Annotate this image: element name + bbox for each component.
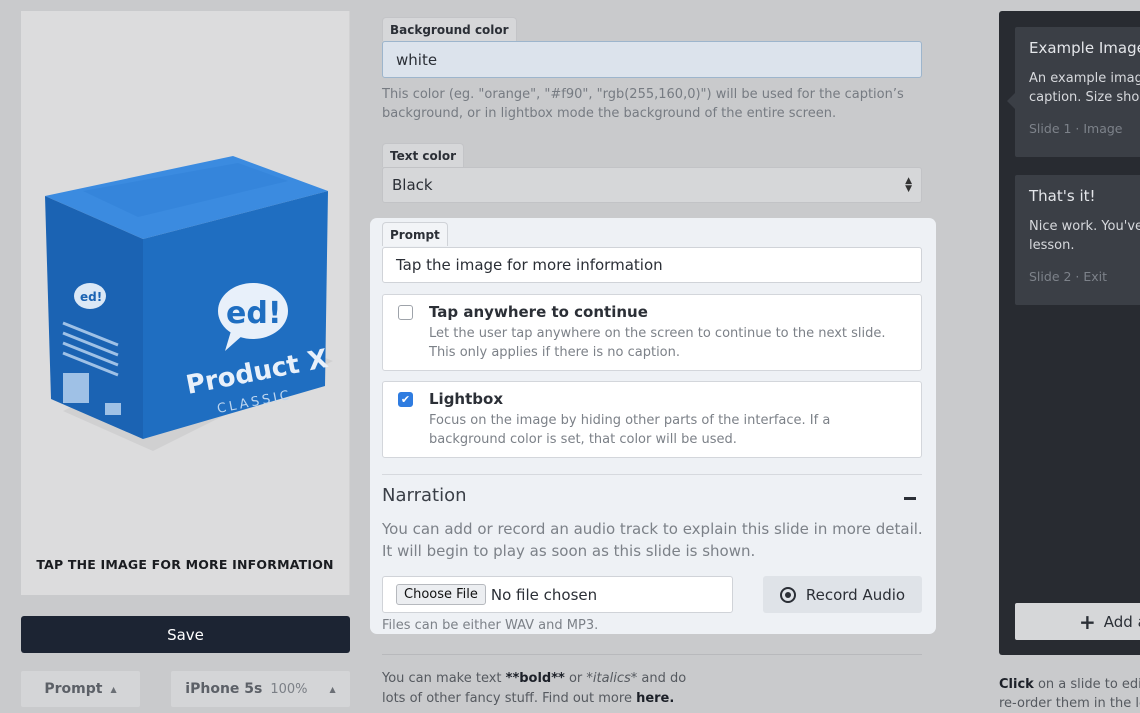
prompt-input[interactable]: Tap the image for more information [382, 247, 922, 283]
add-slide-label: Add a [1103, 612, 1140, 631]
prompt-label: Prompt [382, 222, 448, 246]
lightbox-checkbox[interactable]: ✔ [398, 392, 413, 407]
tap-anywhere-checkbox[interactable] [398, 305, 413, 320]
product-box-image[interactable]: ed! ed! Product X CLASSIC [43, 151, 333, 461]
tap-anywhere-description: Let the user tap anywhere on the screen … [429, 326, 886, 360]
text-color-label: Text color [382, 143, 465, 167]
collapse-minus-icon[interactable] [904, 497, 916, 500]
add-slide-button[interactable]: + Add a [1015, 603, 1140, 640]
caret-up-icon: ▲ [329, 684, 336, 694]
record-icon [779, 586, 796, 603]
text-color-select[interactable]: Black ▲ ▼ [382, 167, 922, 203]
preview-caption: TAP THE IMAGE FOR MORE INFORMATION [36, 557, 334, 572]
narration-description: You can add or record an audio track to … [382, 520, 923, 560]
prompt-toggle-label: Prompt [44, 681, 103, 697]
tap-anywhere-option[interactable]: Tap anywhere to continue Let the user ta… [382, 294, 922, 371]
audio-file-input[interactable]: Choose File No file chosen [382, 576, 733, 613]
caret-up-icon: ▲ [110, 684, 117, 694]
record-audio-button[interactable]: Record Audio [763, 576, 922, 613]
slide-description: caption. Size shou [1029, 90, 1140, 105]
slide-card-1[interactable]: Example Image An example image caption. … [1015, 27, 1140, 157]
slide-meta: Slide 2 · Exit [1029, 269, 1108, 284]
plus-icon: + [1079, 609, 1096, 634]
slide-card-2[interactable]: That's it! Nice work. You've lesson. Sli… [1015, 175, 1140, 305]
background-color-field: Background color white This color (eg. "… [382, 17, 927, 123]
slides-list: Example Image An example image caption. … [999, 11, 1140, 655]
slide-meta: Slide 1 · Image [1029, 121, 1123, 136]
prompt-panel: Prompt Tap the image for more informatio… [370, 218, 936, 634]
slide-description: An example image [1029, 71, 1140, 86]
slides-help-note: Click on a slide to edit. I re-order the… [999, 677, 1140, 711]
text-color-value: Black [392, 176, 433, 194]
select-arrows-icon: ▲ ▼ [905, 176, 912, 194]
text-color-field: Text color Black ▲ ▼ [382, 143, 922, 203]
device-label: iPhone 5s [185, 681, 263, 697]
zoom-label: 100% [270, 681, 308, 697]
background-color-input[interactable]: white [382, 41, 922, 78]
prompt-toggle-button[interactable]: Prompt ▲ [21, 671, 140, 707]
selected-slide-pointer [1007, 93, 1015, 109]
record-audio-label: Record Audio [805, 585, 906, 604]
slide-description: Nice work. You've [1029, 219, 1140, 234]
choose-file-button[interactable]: Choose File [396, 584, 486, 605]
svg-text:ed!: ed! [226, 296, 282, 331]
slide-title: Example Image [1029, 39, 1140, 57]
slide-preview: ed! ed! Product X CLASSIC TAP THE IMAGE … [21, 11, 350, 595]
divider [382, 474, 922, 475]
save-button[interactable]: Save [21, 616, 350, 653]
markdown-help-note: You can make text **bold** or *italics* … [382, 671, 687, 706]
find-out-more-link[interactable]: here. [636, 691, 674, 706]
slide-title: That's it! [1029, 187, 1096, 205]
narration-title: Narration [382, 485, 467, 506]
lightbox-title: Lightbox [429, 390, 504, 408]
background-color-label: Background color [382, 17, 517, 41]
slide-description: lesson. [1029, 238, 1075, 253]
checkmark-icon: ✔ [400, 393, 411, 406]
no-file-text: No file chosen [490, 585, 598, 604]
divider [382, 654, 922, 655]
device-select-button[interactable]: iPhone 5s 100% ▲ [171, 671, 350, 707]
svg-text:ed!: ed! [80, 290, 102, 304]
lightbox-option[interactable]: ✔ Lightbox Focus on the image by hiding … [382, 381, 922, 458]
files-note: Files can be either WAV and MP3. [382, 618, 599, 633]
lightbox-description: Focus on the image by hiding other parts… [429, 413, 831, 447]
tap-anywhere-title: Tap anywhere to continue [429, 303, 648, 321]
background-color-help: This color (eg. "orange", "#f90", "rgb(2… [382, 87, 904, 121]
